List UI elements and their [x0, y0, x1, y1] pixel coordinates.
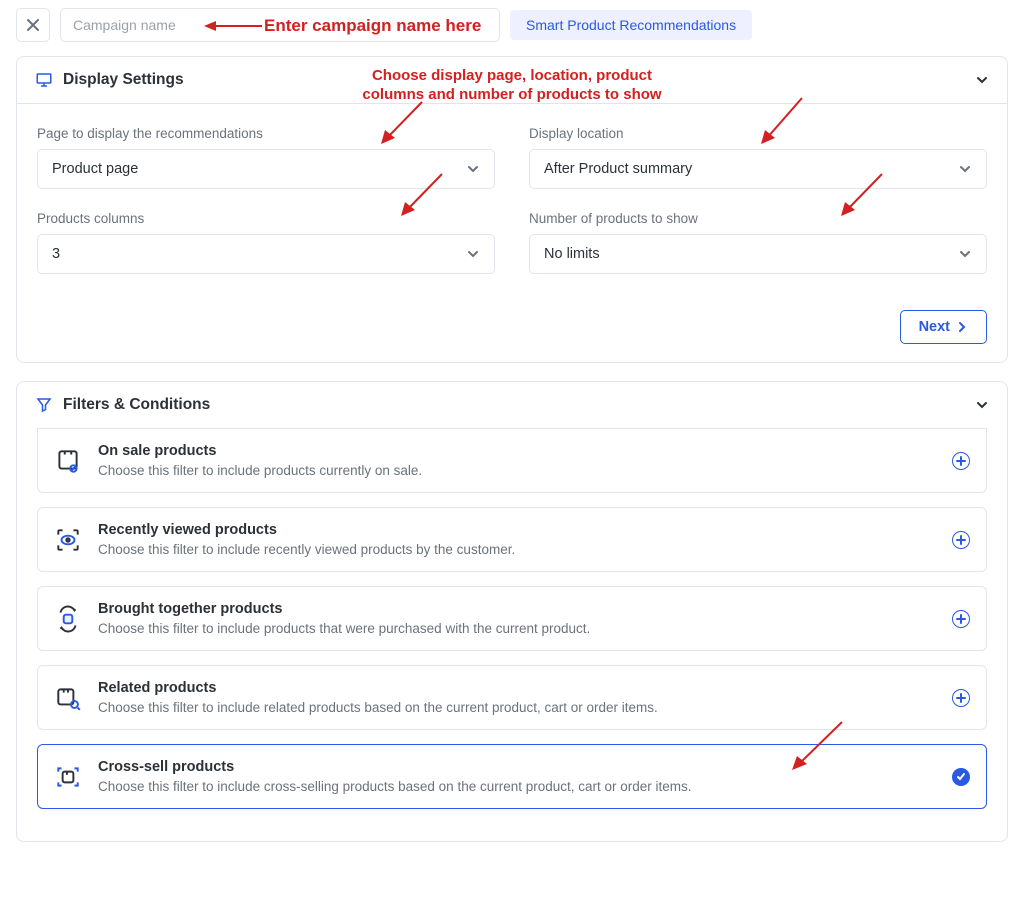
- close-button[interactable]: [16, 8, 50, 42]
- add-filter-button[interactable]: [952, 610, 970, 628]
- chevron-down-icon: [975, 398, 989, 412]
- filter-title: Brought together products: [98, 601, 936, 617]
- columns-select[interactable]: 3: [37, 234, 495, 274]
- chevron-down-icon: [958, 162, 972, 176]
- filter-title: Recently viewed products: [98, 522, 936, 538]
- location-select[interactable]: After Product summary: [529, 149, 987, 189]
- sale-icon: [54, 447, 82, 475]
- select-value: 3: [52, 246, 60, 262]
- display-settings-card: Display Settings Choose display page, lo…: [16, 56, 1008, 363]
- filter-desc: Choose this filter to include products c…: [98, 463, 936, 478]
- select-value: After Product summary: [544, 161, 692, 177]
- filter-title: Related products: [98, 680, 936, 696]
- field-label: Number of products to show: [529, 211, 987, 226]
- select-value: No limits: [544, 246, 600, 262]
- section-title: Display Settings: [63, 71, 184, 89]
- filter-desc: Choose this filter to include recently v…: [98, 542, 936, 557]
- monitor-icon: [35, 71, 53, 89]
- select-value: Product page: [52, 161, 138, 177]
- campaign-name-input[interactable]: [60, 8, 500, 42]
- chevron-right-icon: [956, 321, 968, 333]
- filter-cross-sell[interactable]: Cross-sell products Choose this filter t…: [37, 744, 987, 809]
- filter-title: Cross-sell products: [98, 759, 936, 775]
- field-label: Display location: [529, 126, 987, 141]
- num-products-select[interactable]: No limits: [529, 234, 987, 274]
- box-expand-icon: [54, 763, 82, 791]
- refresh-bag-icon: [54, 605, 82, 633]
- filter-title: On sale products: [98, 443, 936, 459]
- chevron-down-icon: [958, 247, 972, 261]
- field-label: Page to display the recommendations: [37, 126, 495, 141]
- filter-recently-viewed[interactable]: Recently viewed products Choose this fil…: [37, 507, 987, 572]
- filter-on-sale[interactable]: On sale products Choose this filter to i…: [37, 428, 987, 493]
- filter-desc: Choose this filter to include related pr…: [98, 700, 936, 715]
- annotation-text: Choose display page, location, product c…: [362, 67, 661, 105]
- next-button[interactable]: Next: [900, 310, 987, 344]
- filters-header[interactable]: Filters & Conditions: [17, 382, 1007, 428]
- add-filter-button[interactable]: [952, 531, 970, 549]
- eye-scan-icon: [54, 526, 82, 554]
- filter-related[interactable]: Related products Choose this filter to i…: [37, 665, 987, 730]
- selected-check-icon: [952, 768, 970, 786]
- filter-brought-together[interactable]: Brought together products Choose this fi…: [37, 586, 987, 651]
- chevron-down-icon: [975, 73, 989, 87]
- filter-icon: [35, 396, 53, 414]
- display-settings-header[interactable]: Display Settings Choose display page, lo…: [17, 57, 1007, 103]
- section-title: Filters & Conditions: [63, 396, 210, 414]
- box-search-icon: [54, 684, 82, 712]
- page-select[interactable]: Product page: [37, 149, 495, 189]
- add-filter-button[interactable]: [952, 689, 970, 707]
- close-icon: [27, 19, 39, 31]
- chevron-down-icon: [466, 247, 480, 261]
- next-label: Next: [919, 319, 950, 335]
- add-filter-button[interactable]: [952, 452, 970, 470]
- filters-card: Filters & Conditions On sale products Ch…: [16, 381, 1008, 842]
- campaign-type-badge: Smart Product Recommendations: [510, 10, 752, 40]
- chevron-down-icon: [466, 162, 480, 176]
- field-label: Products columns: [37, 211, 495, 226]
- filter-desc: Choose this filter to include products t…: [98, 621, 936, 636]
- filter-desc: Choose this filter to include cross-sell…: [98, 779, 936, 794]
